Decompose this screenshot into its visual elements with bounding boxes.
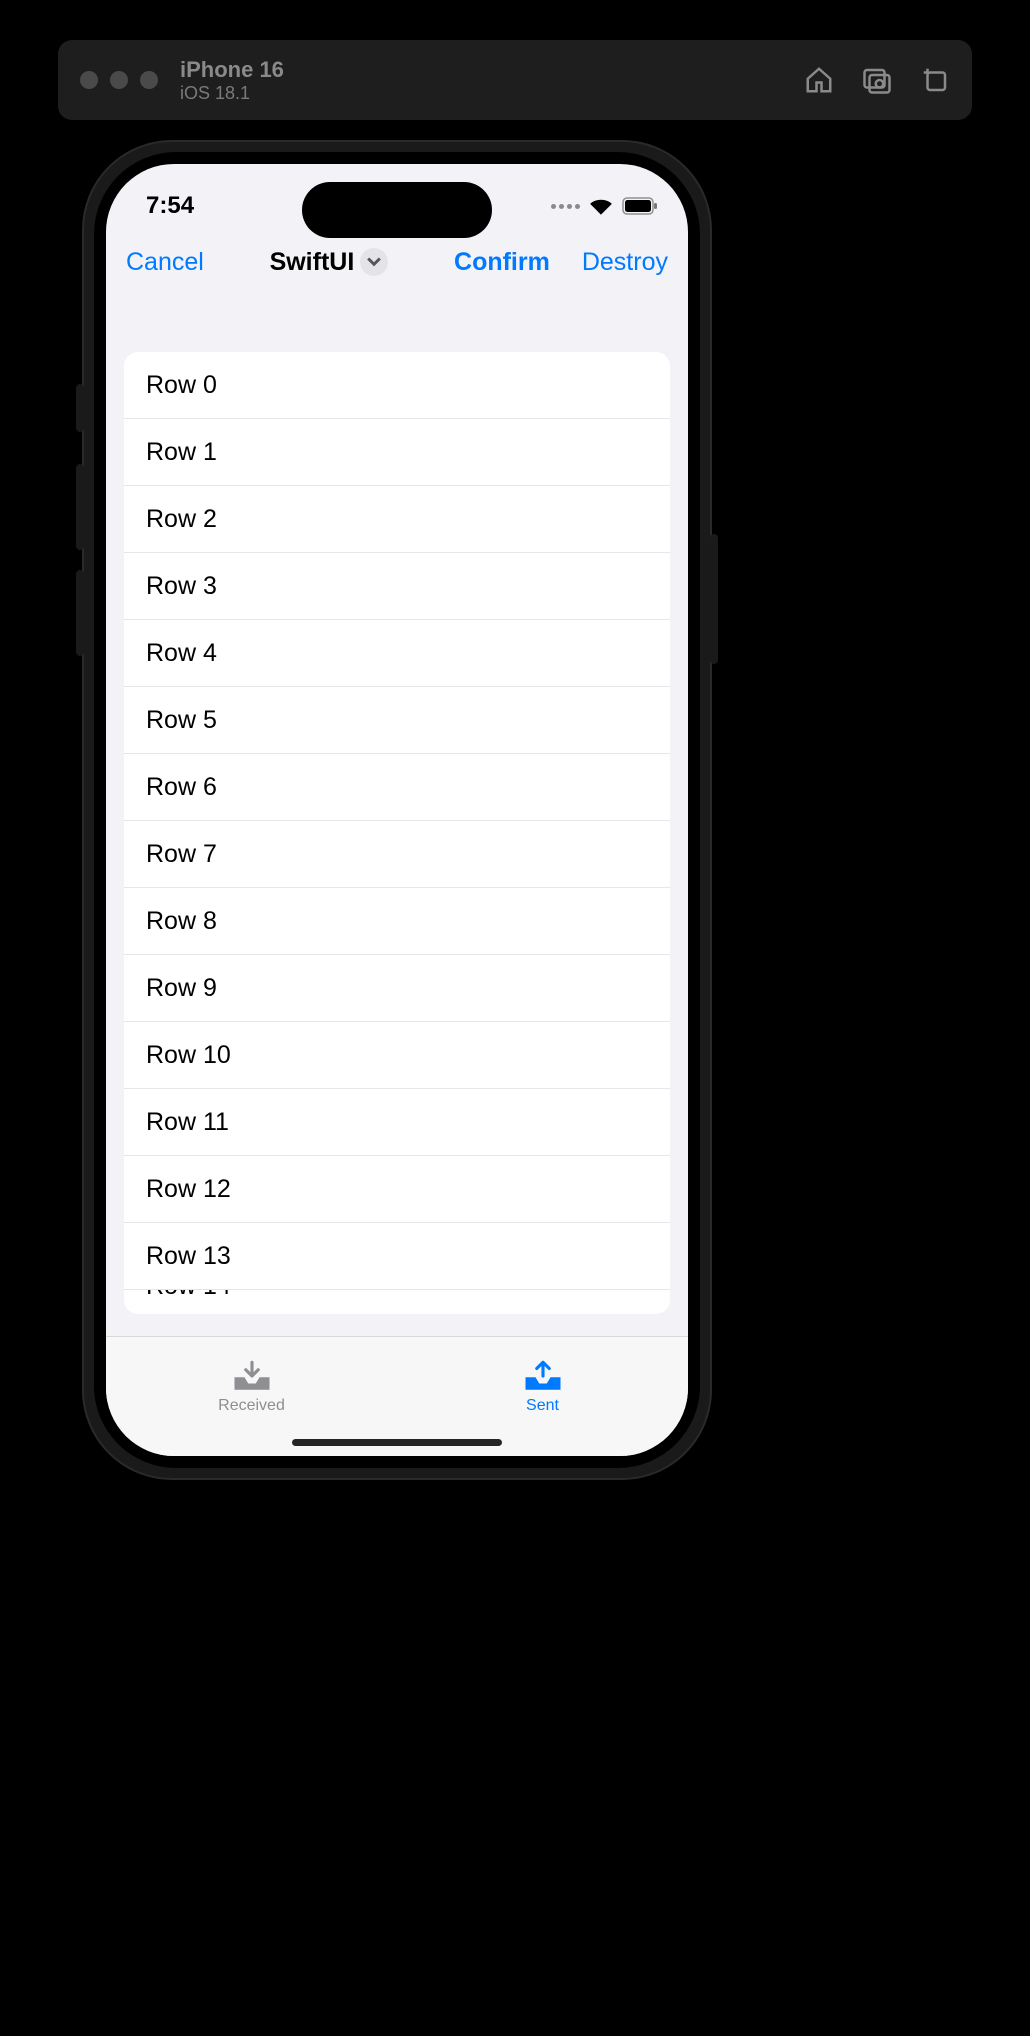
simulator-os-label: iOS 18.1 (180, 83, 284, 104)
list-item[interactable]: Row 13 (124, 1223, 670, 1290)
simulator-toolbar: iPhone 16 iOS 18.1 (58, 40, 972, 120)
chevron-down-icon (360, 248, 388, 276)
home-indicator[interactable] (292, 1439, 502, 1446)
list-item-label: Row 9 (146, 974, 217, 1003)
battery-icon (622, 197, 658, 215)
screenshot-icon[interactable] (862, 65, 892, 95)
list-item[interactable]: Row 12 (124, 1156, 670, 1223)
phone-frame: 7:54 Cancel SwiftUI (82, 140, 712, 1480)
inbox-down-icon (232, 1359, 272, 1393)
nav-title-label: SwiftUI (270, 248, 355, 277)
side-button-volume-up (76, 464, 84, 550)
inbox-up-icon (523, 1359, 563, 1393)
list-item-label: Row 4 (146, 639, 217, 668)
tab-label: Sent (526, 1397, 559, 1415)
list-item-label: Row 5 (146, 706, 217, 735)
list: Row 0 Row 1 Row 2 Row 3 Row 4 Row 5 Row … (124, 352, 670, 1314)
list-item-label: Row 1 (146, 438, 217, 467)
rotate-icon[interactable] (920, 65, 950, 95)
wifi-icon (588, 196, 614, 216)
content-area[interactable]: Row 0 Row 1 Row 2 Row 3 Row 4 Row 5 Row … (106, 294, 688, 1456)
list-item[interactable]: Row 11 (124, 1089, 670, 1156)
tab-label: Received (218, 1397, 285, 1415)
status-time: 7:54 (146, 192, 226, 220)
side-button-power (710, 534, 718, 664)
list-item[interactable]: Row 5 (124, 687, 670, 754)
zoom-window-dot[interactable] (140, 71, 158, 89)
list-item[interactable]: Row 14 (124, 1290, 670, 1314)
list-item-label: Row 12 (146, 1175, 231, 1204)
list-item[interactable]: Row 8 (124, 888, 670, 955)
side-button-silence (76, 384, 84, 432)
list-item[interactable]: Row 4 (124, 620, 670, 687)
dynamic-island (302, 182, 492, 238)
nav-bar: Cancel SwiftUI Confirm Destroy (106, 230, 688, 294)
list-item-label: Row 3 (146, 572, 217, 601)
list-item[interactable]: Row 9 (124, 955, 670, 1022)
confirm-button[interactable]: Confirm (448, 244, 556, 281)
list-item[interactable]: Row 10 (124, 1022, 670, 1089)
list-item-label: Row 13 (146, 1242, 231, 1271)
phone-screen: 7:54 Cancel SwiftUI (106, 164, 688, 1456)
cancel-button[interactable]: Cancel (120, 244, 210, 281)
tab-received[interactable]: Received (106, 1346, 397, 1428)
list-item[interactable]: Row 1 (124, 419, 670, 486)
list-item-label: Row 11 (146, 1108, 229, 1137)
list-item[interactable]: Row 7 (124, 821, 670, 888)
list-item-label: Row 6 (146, 773, 217, 802)
simulator-title: iPhone 16 iOS 18.1 (180, 57, 284, 104)
tab-sent[interactable]: Sent (397, 1346, 688, 1428)
list-item-label: Row 2 (146, 505, 217, 534)
destroy-button[interactable]: Destroy (576, 244, 674, 281)
nav-title-menu[interactable]: SwiftUI (270, 248, 389, 277)
list-item[interactable]: Row 3 (124, 553, 670, 620)
list-item-label: Row 14 (146, 1290, 231, 1301)
list-item-label: Row 7 (146, 840, 217, 869)
list-item-label: Row 8 (146, 907, 217, 936)
list-item-label: Row 0 (146, 371, 217, 400)
side-button-volume-down (76, 570, 84, 656)
cellular-icon (551, 204, 580, 209)
tab-bar: Received Sent (106, 1346, 688, 1428)
list-item[interactable]: Row 0 (124, 352, 670, 419)
list-item[interactable]: Row 2 (124, 486, 670, 553)
simulator-device-label: iPhone 16 (180, 57, 284, 83)
home-icon[interactable] (804, 65, 834, 95)
minimize-window-dot[interactable] (110, 71, 128, 89)
close-window-dot[interactable] (80, 71, 98, 89)
window-traffic-lights[interactable] (80, 71, 158, 89)
list-item-label: Row 10 (146, 1041, 231, 1070)
list-item[interactable]: Row 6 (124, 754, 670, 821)
